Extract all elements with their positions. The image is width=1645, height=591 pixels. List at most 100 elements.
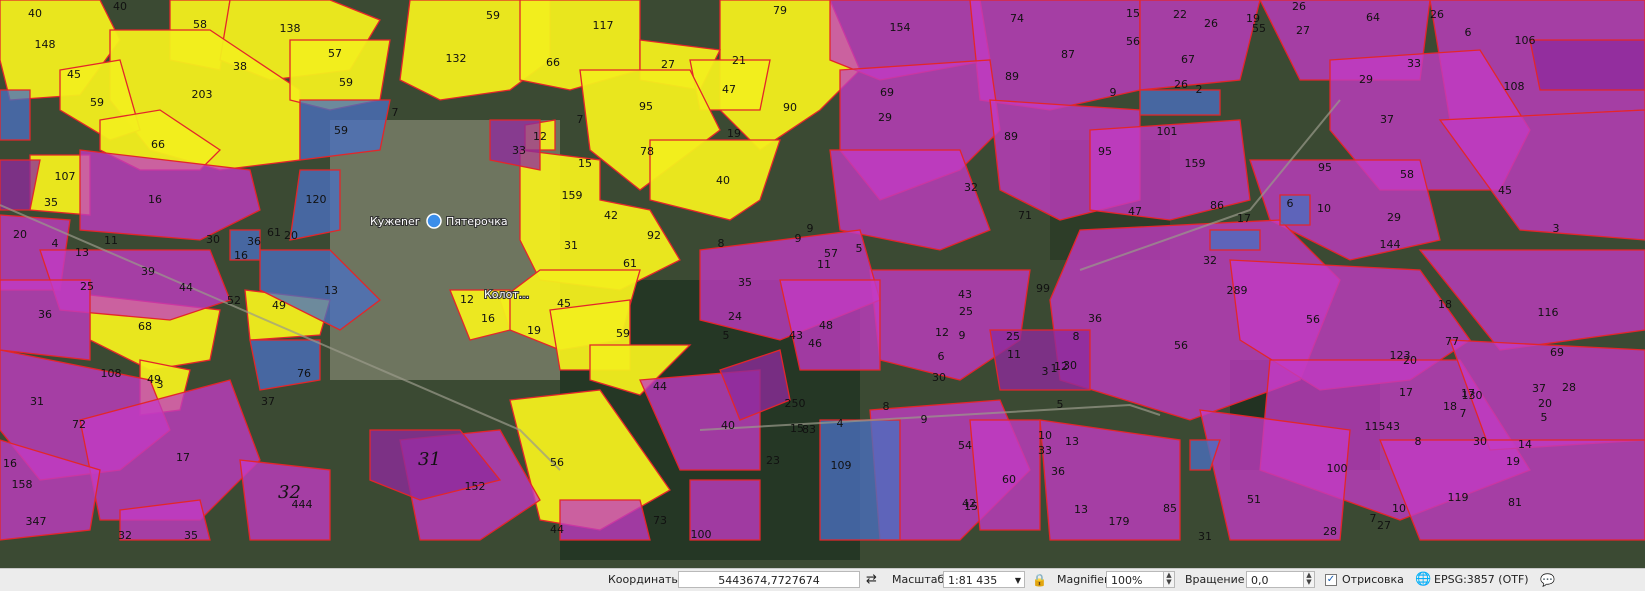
- field-number-label: 106: [1515, 34, 1536, 47]
- field-number-label: 59: [486, 9, 500, 22]
- field-number-label: 29: [1359, 73, 1373, 86]
- field-number-label: 56: [1306, 313, 1320, 326]
- field-number-label: 18: [1438, 298, 1452, 311]
- field-number-label: 49: [272, 299, 286, 312]
- field-number-label: 25: [80, 280, 94, 293]
- field-number-label: 64: [1366, 11, 1380, 24]
- field-number-label: 56: [1174, 339, 1188, 352]
- field-number-label: 36: [1051, 465, 1065, 478]
- toggle-extents-icon[interactable]: ⇄: [866, 569, 877, 591]
- field-number-label: 73: [653, 514, 667, 527]
- field-number-label: 117: [593, 19, 614, 32]
- field-number-label: 45: [67, 68, 81, 81]
- field-number-label: 7: [392, 106, 399, 119]
- field-number-label: 19: [727, 127, 741, 140]
- magnifier-field[interactable]: 100%: [1106, 571, 1164, 588]
- field-number-label: 2: [1196, 83, 1203, 96]
- field-number-label: 33: [1407, 57, 1421, 70]
- field-number-label: 66: [151, 138, 165, 151]
- field-number-label: 30: [206, 233, 220, 246]
- field-number-label: 250: [785, 397, 806, 410]
- field-number-label: 36: [38, 308, 52, 321]
- map-canvas[interactable]: 148 58 138 40 59 117 79 154 74 87 56 15 22 26 19 26 64 26…: [0, 0, 1645, 568]
- field-number-label: 148: [35, 38, 56, 51]
- field-number-label: 86: [1210, 199, 1224, 212]
- field-number-label: 21: [732, 54, 746, 67]
- render-checkbox[interactable]: ✓: [1325, 574, 1337, 586]
- field-number-label: 99: [1036, 282, 1050, 295]
- field-number-label: 17: [1399, 386, 1413, 399]
- field-number-label: 25: [959, 305, 973, 318]
- field-number-label: 54: [958, 439, 972, 452]
- field-number-label: 20: [1403, 354, 1417, 367]
- rotation-field[interactable]: 0,0: [1246, 571, 1304, 588]
- blue-field-polygon[interactable]: [1139, 89, 1221, 116]
- blue-field-polygon[interactable]: [1209, 229, 1261, 251]
- field-number-label: 25: [1006, 330, 1020, 343]
- field-number-label: 22: [1173, 8, 1187, 21]
- field-number-label: 92: [647, 229, 661, 242]
- field-number-label: 9: [959, 329, 966, 342]
- field-number-label: 58: [1400, 168, 1414, 181]
- blue-field-polygon[interactable]: [819, 419, 901, 541]
- field-number-label: 4: [52, 237, 59, 250]
- field-number-label: 56: [1126, 35, 1140, 48]
- field-number-label: 36: [1088, 312, 1102, 325]
- field-number-label: 31: [30, 395, 44, 408]
- field-number-label: 26: [1204, 17, 1218, 30]
- field-number-label: 31: [1198, 530, 1212, 543]
- field-number-label: 3: [157, 378, 164, 391]
- field-number-label: 23: [766, 454, 780, 467]
- crs-button[interactable]: EPSG:3857 (OTF): [1434, 569, 1529, 591]
- shop-pin-icon[interactable]: [426, 213, 442, 229]
- magenta-field-polygon[interactable]: [559, 499, 651, 541]
- field-number-label: 10: [1317, 202, 1331, 215]
- coord-field[interactable]: 5443674,7727674: [678, 571, 860, 588]
- map-layer: 14858 13840591177915474875615 2226 192664 26…: [0, 0, 1645, 568]
- field-number-label: 95: [1318, 161, 1332, 174]
- field-number-label: 40: [113, 0, 127, 13]
- scale-combo[interactable]: 1:81 435 ▼: [943, 571, 1025, 588]
- field-number-label: 203: [192, 88, 213, 101]
- rotation-spinner[interactable]: ▲ ▼: [1303, 571, 1315, 588]
- handwritten-31: 31: [418, 449, 441, 470]
- field-number-label: 6: [938, 350, 945, 363]
- field-number-label: 108: [1504, 80, 1525, 93]
- field-number-label: 152: [465, 480, 486, 493]
- magnifier-spinner[interactable]: ▲ ▼: [1163, 571, 1175, 588]
- field-number-label: 14: [1518, 438, 1532, 451]
- field-number-label: 5: [1057, 398, 1064, 411]
- field-number-label: 43: [789, 329, 803, 342]
- field-number-label: 78: [640, 145, 654, 158]
- scale-value: 1:81 435: [948, 574, 998, 587]
- field-number-label: 7: [577, 113, 584, 126]
- field-number-label: 15: [790, 422, 804, 435]
- field-number-label: 16: [234, 249, 248, 262]
- field-number-label: 159: [562, 189, 583, 202]
- lock-icon[interactable]: 🔒: [1032, 569, 1047, 591]
- field-number-label: 52: [227, 294, 241, 307]
- field-number-label: 3: [1553, 222, 1560, 235]
- field-number-label: 179: [1109, 515, 1130, 528]
- field-number-label: 108: [101, 367, 122, 380]
- field-number-label: 9: [795, 232, 802, 245]
- blue-field-polygon[interactable]: [0, 89, 31, 141]
- globe-icon[interactable]: 🌐: [1415, 569, 1431, 591]
- blue-field-polygon[interactable]: [1279, 194, 1311, 226]
- field-number-label: 66: [546, 56, 560, 69]
- field-number-label: 30: [1063, 359, 1077, 372]
- field-number-label: 115: [1365, 420, 1386, 433]
- field-number-label: 48: [819, 319, 833, 332]
- field-number-label: 77: [1445, 335, 1459, 348]
- field-number-label: 15: [1126, 7, 1140, 20]
- field-number-label: 33: [1038, 444, 1052, 457]
- messages-icon[interactable]: 💬: [1540, 569, 1555, 591]
- field-number-label: 59: [90, 96, 104, 109]
- field-number-label: 9: [921, 413, 928, 426]
- purple-field-polygon[interactable]: [1529, 39, 1645, 91]
- field-number-label: 4: [837, 417, 844, 430]
- chevron-down-icon[interactable]: ▼: [1015, 572, 1021, 589]
- field-number-label: 6: [1287, 197, 1294, 210]
- field-number-label: 7: [1370, 512, 1377, 525]
- field-number-label: 47: [1128, 205, 1142, 218]
